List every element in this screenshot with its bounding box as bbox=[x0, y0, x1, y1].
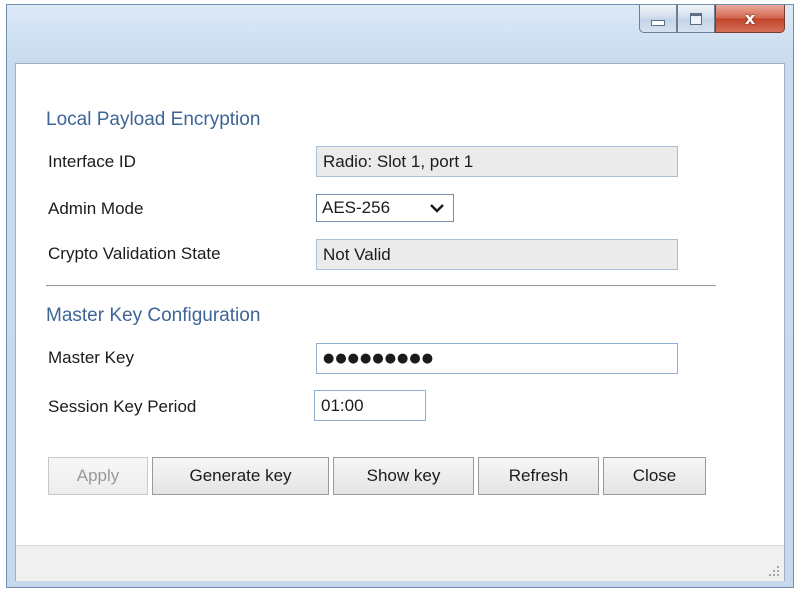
apply-button[interactable]: Apply bbox=[48, 457, 148, 495]
interface-id-field: Radio: Slot 1, port 1 bbox=[316, 146, 678, 177]
section-divider bbox=[46, 285, 716, 287]
chevron-down-icon bbox=[430, 204, 444, 213]
refresh-button[interactable]: Refresh bbox=[478, 457, 599, 495]
admin-mode-selected-value: AES-256 bbox=[322, 198, 391, 217]
crypto-state-label: Crypto Validation State bbox=[48, 244, 221, 263]
admin-mode-select[interactable]: AES-256 bbox=[316, 194, 454, 222]
maximize-button[interactable] bbox=[677, 5, 715, 33]
interface-id-label: Interface ID bbox=[48, 152, 136, 171]
minimize-button[interactable] bbox=[639, 5, 677, 33]
dialog-window: x Local Payload Encryption Interface ID … bbox=[6, 4, 794, 588]
resize-grip-icon[interactable] bbox=[768, 565, 780, 577]
session-key-period-input[interactable]: 01:00 bbox=[314, 390, 426, 421]
master-key-input[interactable]: ●●●●●●●●● bbox=[316, 343, 678, 374]
section-title-master-key: Master Key Configuration bbox=[46, 305, 261, 326]
title-bar[interactable]: x bbox=[7, 5, 793, 63]
status-bar bbox=[16, 545, 784, 581]
close-button[interactable]: Close bbox=[603, 457, 706, 495]
session-key-period-label: Session Key Period bbox=[48, 397, 197, 416]
close-window-button[interactable]: x bbox=[715, 5, 785, 33]
show-key-button[interactable]: Show key bbox=[333, 457, 474, 495]
admin-mode-label: Admin Mode bbox=[48, 199, 144, 218]
close-icon: x bbox=[744, 8, 756, 28]
dialog-content: Local Payload Encryption Interface ID Ra… bbox=[15, 63, 785, 581]
master-key-label: Master Key bbox=[48, 348, 134, 367]
window-controls: x bbox=[639, 5, 785, 35]
section-title-local-payload: Local Payload Encryption bbox=[46, 109, 261, 130]
maximize-icon bbox=[690, 12, 702, 25]
generate-key-button[interactable]: Generate key bbox=[152, 457, 329, 495]
crypto-state-field: Not Valid bbox=[316, 239, 678, 270]
minimize-icon bbox=[651, 19, 665, 26]
